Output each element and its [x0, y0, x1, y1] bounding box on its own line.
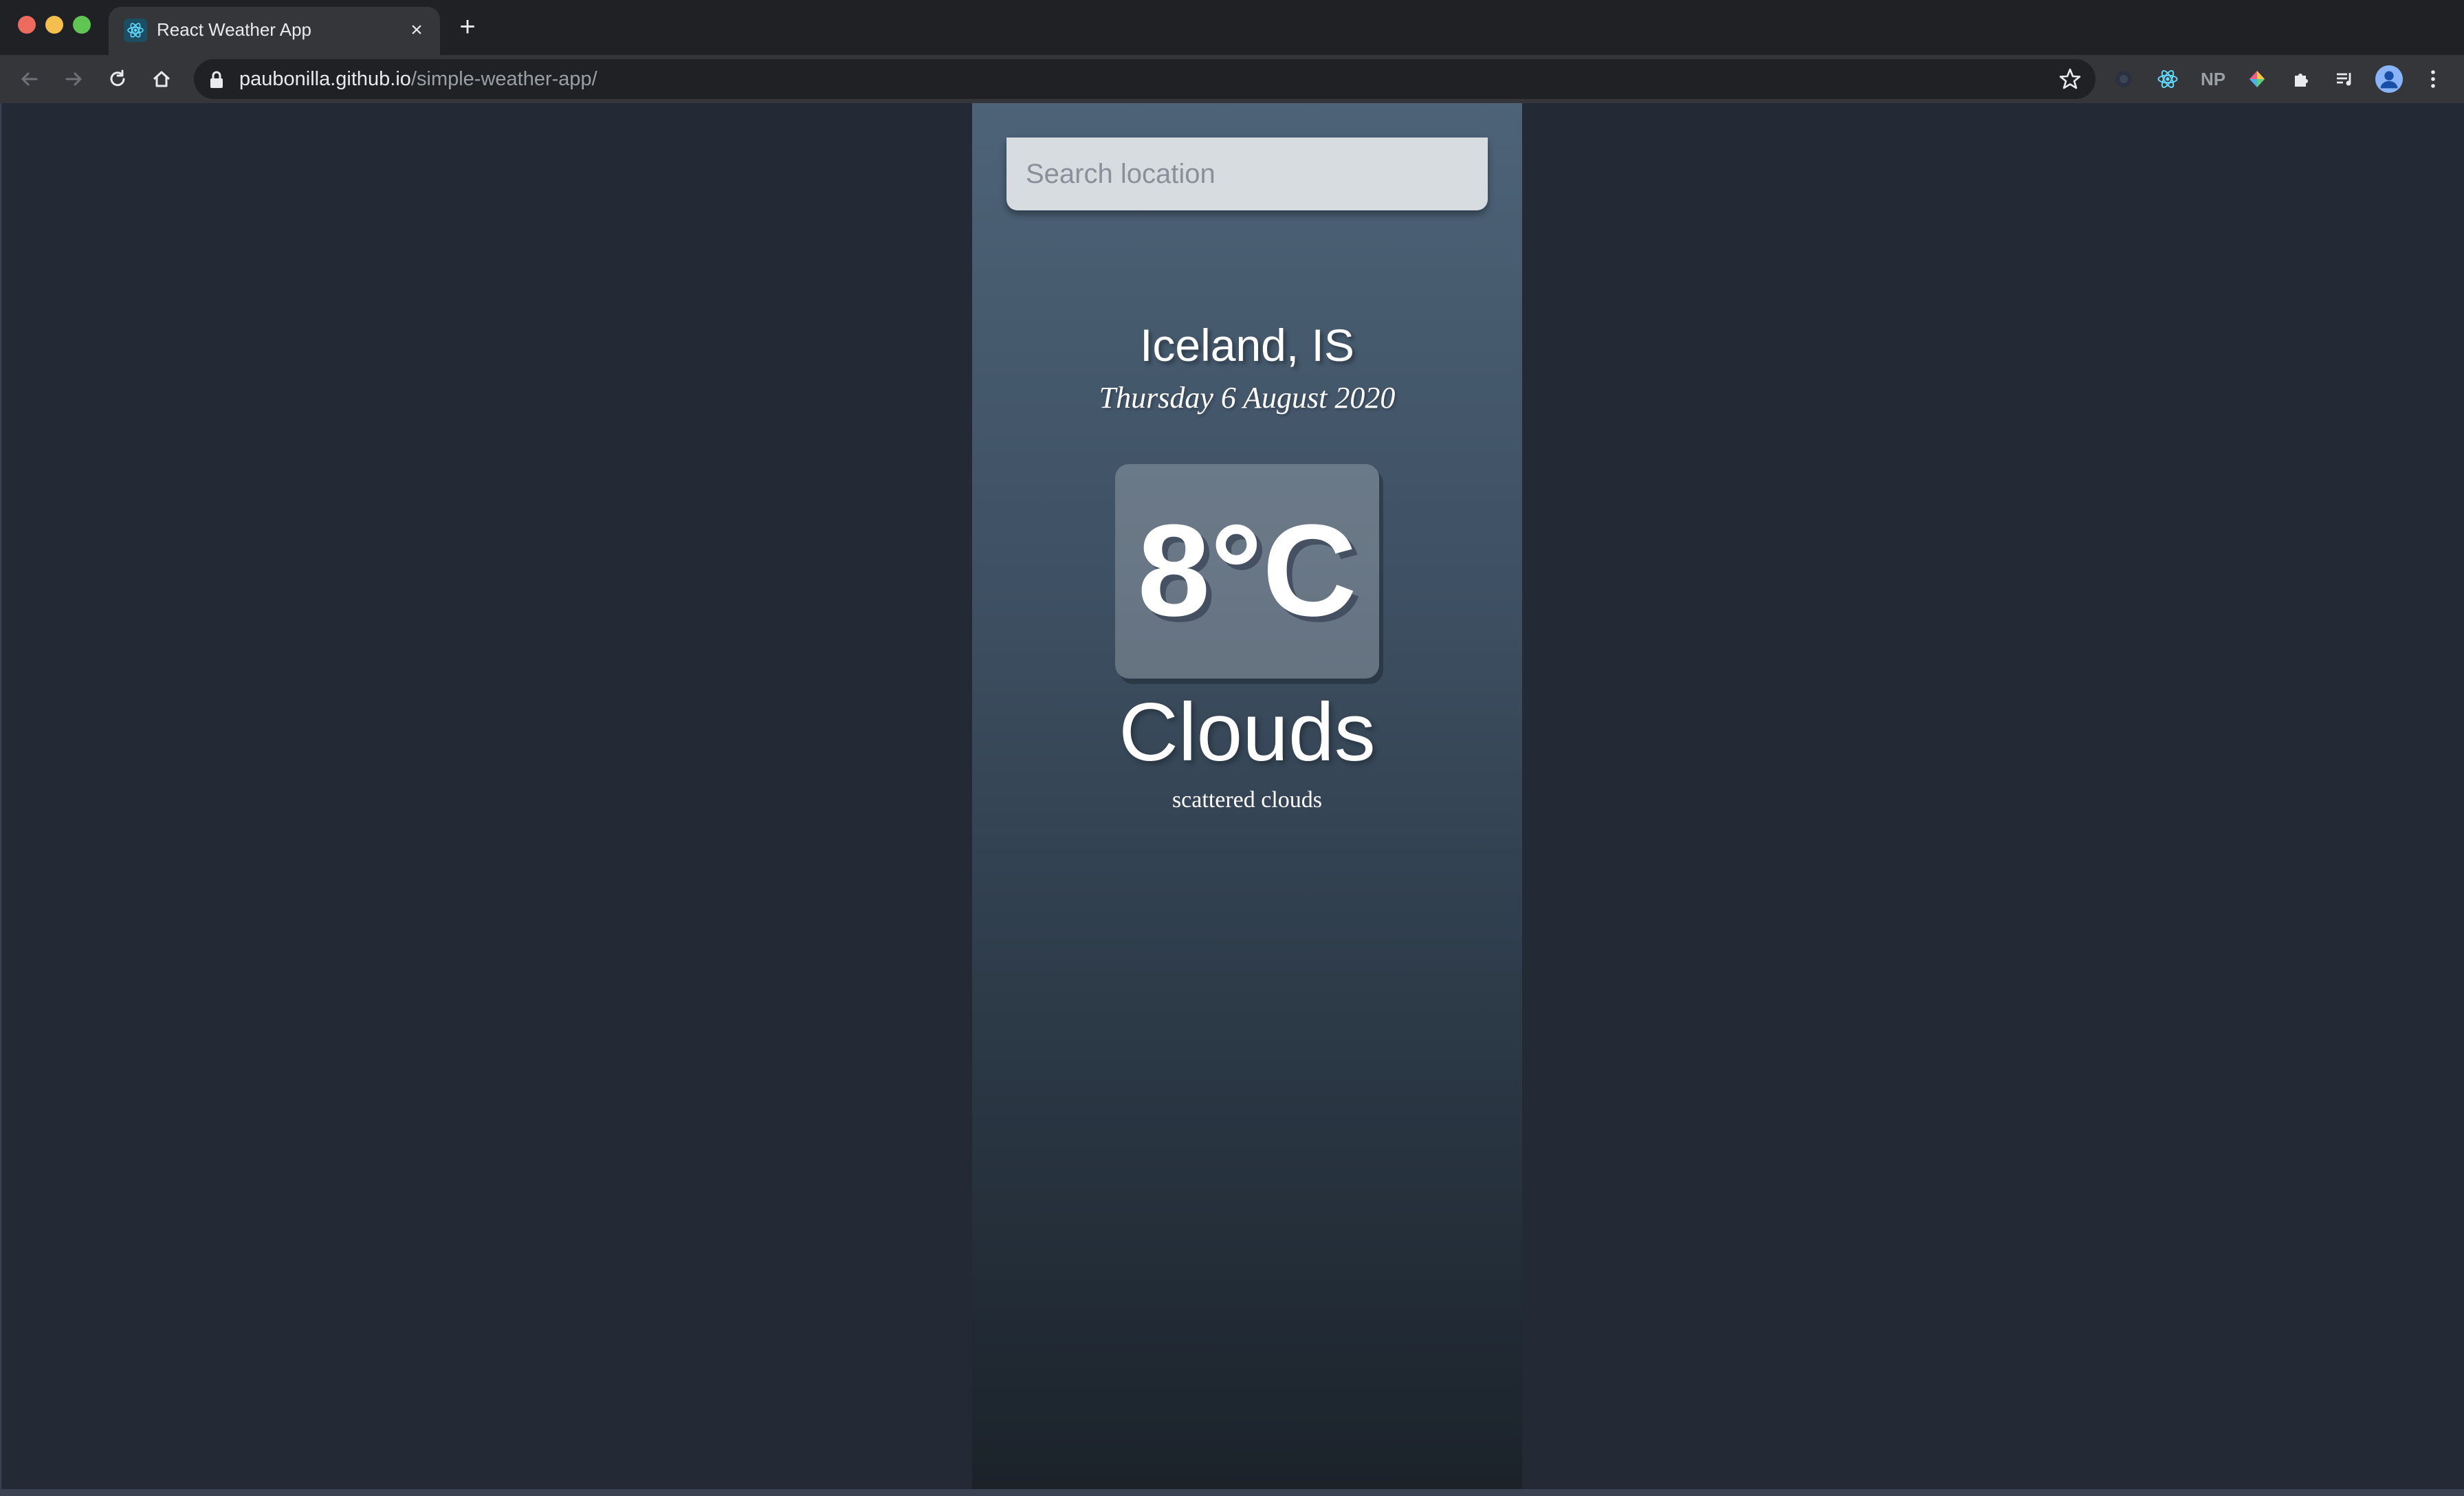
location-title: Iceland, IS	[1140, 320, 1354, 371]
dark-mode-extension-icon[interactable]	[2109, 65, 2138, 94]
date-label: Thursday 6 August 2020	[1099, 381, 1396, 415]
url-path: /simple-weather-app/	[410, 68, 597, 90]
kebab-menu-icon[interactable]	[2419, 65, 2448, 94]
weather-description: scattered clouds	[1172, 787, 1323, 813]
weather-app-card: Iceland, IS Thursday 6 August 2020 8°C C…	[972, 103, 1522, 1490]
minimize-window-button[interactable]	[45, 16, 63, 34]
url-host: paubonilla.github.io	[239, 68, 411, 90]
tab-close-icon[interactable]: ×	[403, 16, 430, 44]
maximize-window-button[interactable]	[73, 16, 91, 34]
page-viewport: Iceland, IS Thursday 6 August 2020 8°C C…	[0, 103, 2464, 1490]
search-location-input[interactable]	[1006, 138, 1488, 210]
address-bar[interactable]: paubonilla.github.io/simple-weather-app/	[194, 59, 2096, 99]
bookmark-star-icon[interactable]	[2057, 66, 2083, 92]
tab-title: React Weather App	[157, 19, 311, 40]
react-favicon-icon	[124, 19, 147, 42]
profile-avatar-icon[interactable]	[2375, 65, 2404, 94]
browser-titlebar: React Weather App × +	[0, 0, 2464, 55]
color-picker-extension-icon[interactable]	[2243, 65, 2272, 94]
react-devtools-icon[interactable]	[2153, 65, 2182, 94]
np-extension-icon[interactable]: NP	[2199, 65, 2228, 94]
url-text[interactable]: paubonilla.github.io/simple-weather-app/	[239, 66, 597, 92]
browser-toolbar: paubonilla.github.io/simple-weather-app/…	[0, 55, 2464, 103]
browser-tab[interactable]: React Weather App ×	[109, 7, 440, 55]
new-tab-button[interactable]: +	[452, 12, 483, 43]
media-queue-icon[interactable]	[2331, 65, 2360, 94]
window-bottom-edge	[0, 1489, 2464, 1496]
home-icon[interactable]	[147, 65, 176, 94]
weather-condition: Clouds	[1119, 686, 1376, 778]
back-arrow-icon[interactable]	[15, 65, 44, 94]
close-window-button[interactable]	[18, 16, 36, 34]
forward-arrow-icon[interactable]	[59, 65, 88, 94]
temperature-box: 8°C	[1115, 464, 1379, 679]
reload-icon[interactable]	[103, 65, 132, 94]
lock-icon	[208, 70, 226, 89]
puzzle-extensions-icon[interactable]	[2287, 65, 2316, 94]
temperature-value: 8°C	[1137, 498, 1357, 644]
